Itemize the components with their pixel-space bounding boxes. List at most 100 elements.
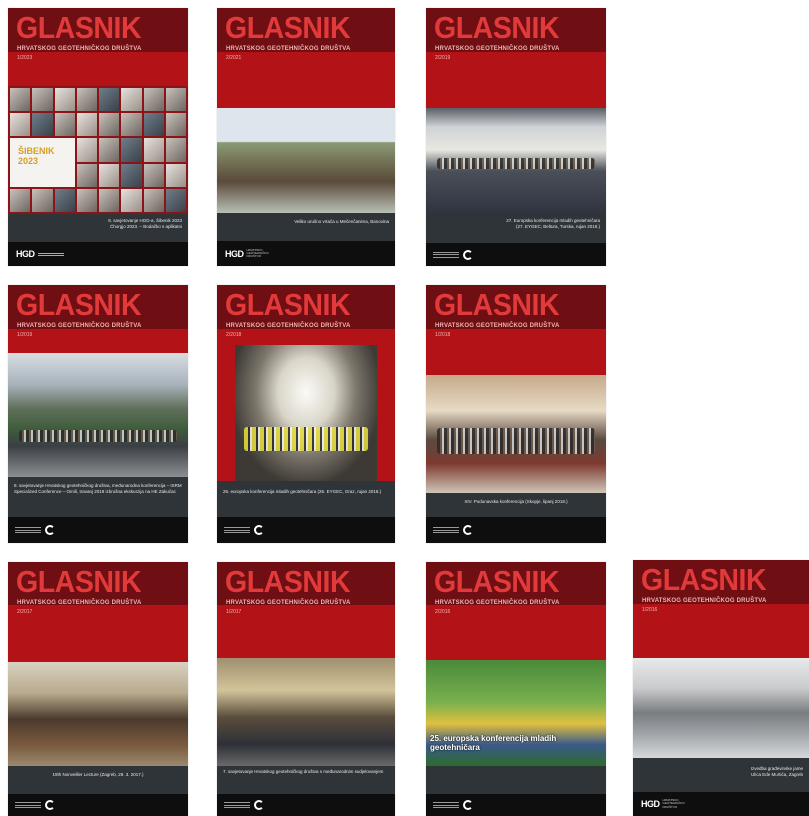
cover-subtitle: HRVATSKOG GEOTEHNIČKOG DRUŠTVA (226, 46, 351, 52)
cover-issue: 2/2019 (435, 55, 451, 61)
caption-band: XIV. Podunavska konferencija (Skopje, li… (426, 493, 606, 517)
cover-subtitle: HRVATSKOG GEOTEHNIČKOG DRUŠTVA (17, 600, 142, 606)
cover-caption: 8. savjetovanje HGD-a, Šibenik 2023 Ćhor… (14, 218, 182, 230)
cover-footer (8, 794, 188, 816)
c-logo-icon (45, 525, 55, 535)
cover-photo-tunnel (235, 345, 377, 481)
cover-caption: 26. europska konferencija mladih geotehn… (223, 489, 382, 494)
caption-band: Izvedba građevinske jame Ulica Ede Murti… (633, 758, 809, 792)
cover-issue: 2/2017 (17, 609, 33, 615)
caption-line-2: Ulica Ede Murtića, Zagreb (750, 771, 803, 777)
cover-subtitle: HRVATSKOG GEOTEHNIČKOG DRUŠTVA (435, 323, 560, 329)
caption-band: 8. savjetovanje Hrvatskog geotehničkog d… (8, 477, 188, 517)
cover-title: GLASNIK (16, 10, 142, 45)
c-logo-icon (45, 800, 55, 810)
cover-subtitle: HRVATSKOG GEOTEHNIČKOG DRUŠTVA (17, 46, 142, 52)
cover-7-2017[interactable]: GLASNIK HRVATSKOG GEOTEHNIČKOG DRUŠTVA 2… (8, 562, 188, 816)
cover-caption: XIV. Podunavska konferencija (Skopje, li… (464, 499, 568, 504)
cover-photo-group: 25. europska konferencija mladih geotehn… (426, 660, 606, 766)
c-logo-icon (463, 800, 473, 810)
cover-subtitle: HRVATSKOG GEOTEHNIČKOG DRUŠTVA (435, 600, 560, 606)
cover-title: GLASNIK (225, 564, 351, 599)
hgd-footer-logo (224, 525, 264, 535)
cover-title: GLASNIK (225, 287, 351, 322)
cover-caption: 19th Nonveiller Lecture (Zagreb, 29. 3. … (52, 772, 144, 777)
cover-photo-mountains (8, 353, 188, 477)
cover-6-2018[interactable]: GLASNIK HRVATSKOG GEOTEHNIČKOG DRUŠTVA 1… (426, 285, 606, 543)
c-logo-icon (254, 525, 264, 535)
cover-caption: 27. Europska konferencija mladih geotehn… (432, 218, 600, 230)
cover-title: GLASNIK (434, 10, 560, 45)
cover-issue: 2/2016 (435, 609, 451, 615)
hgd-logo-mark: HGD (225, 248, 244, 259)
cover-caption: Veliko urušno vrtača u Mečenčanima, Bano… (294, 219, 389, 224)
caption-band: Veliko urušno vrtača u Mečenčanima, Bano… (217, 213, 395, 241)
caption-band: 27. Europska konferencija mladih geotehn… (426, 213, 606, 243)
cover-title: GLASNIK (434, 287, 560, 322)
photo-crowd (436, 428, 596, 455)
hgd-logo-text (37, 252, 64, 257)
cover-title: GLASNIK (16, 287, 142, 322)
cover-photo-lecture (8, 662, 188, 766)
caption-band: 7. savjetovanje Hrvatskog geotehničkog d… (217, 766, 395, 794)
hgd-footer-logo (15, 525, 55, 535)
cover-footer (426, 517, 606, 543)
cover-photo-banner: 25. europska konferencija mladih geotehn… (430, 734, 557, 752)
hgd-logo: HGD (16, 249, 64, 259)
cover-photo-auditorium (217, 658, 395, 766)
cover-5-2018[interactable]: GLASNIK HRVATSKOG GEOTEHNIČKOG DRUŠTVA 2… (217, 285, 395, 543)
cover-issue: 2/2021 (226, 55, 242, 61)
cover-issue: 2/2018 (226, 332, 242, 338)
cover-2-2021[interactable]: GLASNIK HRVATSKOG GEOTEHNIČKOG DRUŠTVA 2… (217, 8, 395, 266)
hgd-logo-mark: HGD (16, 249, 35, 259)
cover-footer (217, 517, 395, 543)
photo-crowd (436, 158, 596, 169)
cover-photo-collage: ŠIBENIK 2023 (8, 86, 188, 214)
hgd-logo-text: HRVATSKO GEOTEHNIČKO DRUŠTVO (246, 247, 269, 259)
cover-title: GLASNIK (641, 562, 767, 597)
caption-line-2: Ćhorgjo 2023. – Bodačko s aplikatni (109, 223, 182, 229)
cover-8-2017[interactable]: GLASNIK HRVATSKOG GEOTEHNIČKOG DRUŠTVA 1… (217, 562, 395, 816)
cover-issue: 1/2019 (17, 332, 33, 338)
cover-issue: 1/2023 (17, 55, 33, 61)
cover-footer: HGD HRVATSKO GEOTEHNIČKO DRUŠTVO (217, 241, 395, 266)
cover-4-2019[interactable]: GLASNIK HRVATSKOG GEOTEHNIČKOG DRUŠTVA 1… (8, 285, 188, 543)
cover-footer (426, 794, 606, 816)
cover-1-2023[interactable]: GLASNIK HRVATSKOG GEOTEHNIČKOG DRUŠTVA 1… (8, 8, 188, 266)
cover-caption: Izvedba građevinske jame Ulica Ede Murti… (639, 766, 803, 778)
caption-band: 19th Nonveiller Lecture (Zagreb, 29. 3. … (8, 766, 188, 794)
cover-issue: 1/2018 (435, 332, 451, 338)
cover-10-2016[interactable]: GLASNIK HRVATSKOG GEOTEHNIČKOG DRUŠTVA 1… (633, 560, 809, 816)
cover-subtitle: HRVATSKOG GEOTEHNIČKOG DRUŠTVA (17, 323, 142, 329)
hgd-logo-mark: HGD (641, 799, 660, 809)
hgd-footer-logo (433, 249, 473, 260)
cover-footer: HGD (8, 242, 188, 266)
c-logo-icon (463, 249, 473, 260)
photo-workers (243, 426, 369, 452)
caption-band: 8. savjetovanje HGD-a, Šibenik 2023 Ćhor… (8, 214, 188, 242)
hgd-footer-logo (224, 800, 264, 810)
cover-photo-conference-hall (426, 108, 606, 213)
caption-line-2: Specialized Conference – Omiš, travanj 2… (14, 488, 176, 494)
cover-subtitle: HRVATSKOG GEOTEHNIČKOG DRUŠTVA (435, 46, 560, 52)
cover-3-2019[interactable]: GLASNIK HRVATSKOG GEOTEHNIČKOG DRUŠTVA 2… (426, 8, 606, 266)
c-logo-icon (463, 525, 473, 535)
caption-band: 26. europska konferencija mladih geotehn… (217, 481, 395, 517)
photo-crowd (18, 429, 178, 443)
caption-line-2: (27. EYGEC, Beltura, Turska, rujan 2019.… (515, 223, 600, 229)
cover-photo-ballroom (426, 375, 606, 493)
hgd-footer-logo (433, 800, 473, 810)
cover-subtitle: HRVATSKOG GEOTEHNIČKOG DRUŠTVA (642, 598, 767, 604)
cover-subtitle: HRVATSKOG GEOTEHNIČKOG DRUŠTVA (226, 600, 351, 606)
cover-footer (217, 794, 395, 816)
hgd-logo: HGD HRVATSKO GEOTEHNIČKO DRUŠTVO (641, 798, 689, 809)
cover-caption: 8. savjetovanje Hrvatskog geotehničkog d… (14, 483, 182, 495)
hgd-footer-logo (15, 800, 55, 810)
caption-band (426, 766, 606, 794)
cover-caption: 7. savjetovanje Hrvatskog geotehničkog d… (223, 769, 384, 774)
caption-line-1: 8. savjetovanje Hrvatskog geotehničkog d… (14, 483, 182, 488)
c-logo-icon (254, 800, 264, 810)
cover-footer (426, 243, 606, 266)
cover-title: GLASNIK (16, 564, 142, 599)
cover-9-2016[interactable]: GLASNIK HRVATSKOG GEOTEHNIČKOG DRUŠTVA 2… (426, 562, 606, 816)
